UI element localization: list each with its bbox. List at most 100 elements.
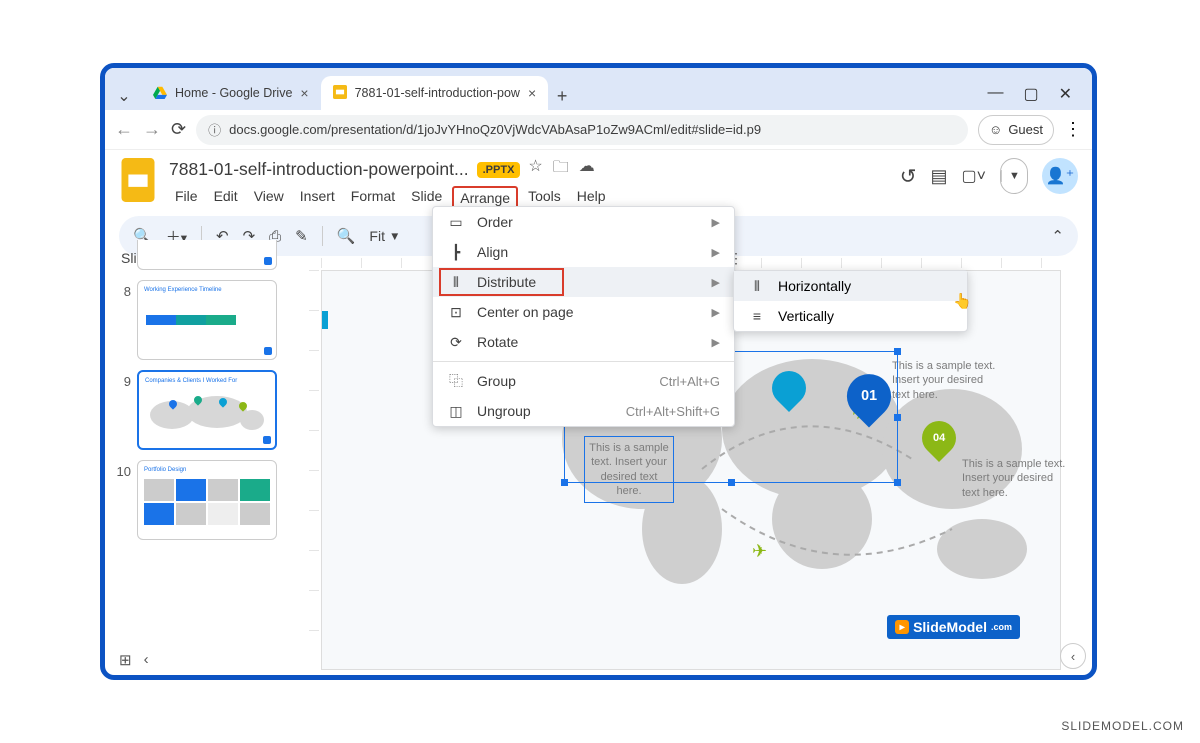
browser-window: ⌄ Home - Google Drive × 7881-01-self-int…	[100, 63, 1097, 680]
menu-format[interactable]: Format	[345, 186, 401, 210]
ruler-vertical	[309, 270, 319, 670]
forward-button[interactable]: →	[143, 119, 161, 140]
menu-group[interactable]: ⿻GroupCtrl+Alt+G	[433, 366, 734, 396]
person-add-icon: 👤⁺	[1046, 166, 1074, 186]
shortcut: Ctrl+Alt+G	[659, 374, 720, 389]
menu-ungroup[interactable]: ◫UngroupCtrl+Alt+Shift+G	[433, 396, 734, 426]
tab-strip: ⌄ Home - Google Drive × 7881-01-self-int…	[105, 68, 1092, 110]
doc-title[interactable]: 7881-01-self-introduction-powerpoint...	[169, 159, 469, 180]
meet-icon[interactable]: ▢˅	[962, 166, 986, 186]
url-text: docs.google.com/presentation/d/1joJvYHno…	[229, 122, 761, 137]
submenu-arrow-icon: ▶	[712, 246, 720, 259]
share-button[interactable]: 👤⁺	[1042, 158, 1078, 194]
app-header: 7881-01-self-introduction-powerpoint... …	[105, 150, 1092, 210]
window-controls: — ▢ ✕	[987, 84, 1084, 110]
slide-number: 9	[115, 370, 137, 450]
submenu-arrow-icon: ▶	[712, 276, 720, 289]
tabs-dropdown-button[interactable]: ⌄	[113, 82, 135, 110]
watermark: SLIDEMODEL.COM	[1061, 719, 1184, 733]
zoom-out-icon[interactable]: 🔍	[337, 227, 356, 245]
slidemodel-badge: ▸SlideModel.com	[887, 615, 1020, 639]
history-icon[interactable]: ↺	[900, 164, 917, 189]
slides-logo[interactable]	[119, 156, 157, 204]
submenu-arrow-icon: ▶	[712, 216, 720, 229]
browser-tab-drive[interactable]: Home - Google Drive ×	[141, 76, 321, 110]
comments-icon[interactable]: ▤	[931, 166, 948, 187]
profile-chip[interactable]: ☺ Guest	[978, 115, 1054, 145]
tab-title: Home - Google Drive	[175, 86, 292, 100]
close-icon[interactable]: ×	[300, 85, 308, 101]
slide-number: 10	[115, 460, 137, 540]
sample-text[interactable]: This is a sample text. Insert your desir…	[962, 457, 1072, 500]
slide-number	[115, 240, 137, 270]
collapse-toolbar-icon[interactable]: ⌃	[1051, 227, 1064, 245]
distribute-submenu: ⦀Horizontally ≡Vertically	[733, 270, 968, 332]
align-icon: ┣	[447, 244, 465, 261]
submenu-arrow-icon: ▶	[712, 306, 720, 319]
panel-controls: ⊞ ‹	[119, 651, 149, 669]
address-bar-row: ← → ⟳ ⓘ docs.google.com/presentation/d/1…	[105, 110, 1092, 150]
menu-rotate[interactable]: ⟳Rotate▶	[433, 327, 734, 357]
new-tab-button[interactable]: +	[548, 82, 576, 110]
submenu-vertically[interactable]: ≡Vertically	[734, 301, 967, 331]
browser-tab-slides[interactable]: 7881-01-self-introduction-pow ×	[321, 76, 549, 110]
maximize-icon[interactable]: ▢	[1023, 84, 1038, 104]
drive-icon	[153, 85, 167, 102]
address-bar[interactable]: ⓘ docs.google.com/presentation/d/1joJvYH…	[196, 115, 968, 145]
collapse-panel-icon[interactable]: ‹	[144, 651, 149, 669]
grid-view-icon[interactable]: ⊞	[119, 651, 132, 669]
group-icon: ⿻	[447, 371, 465, 391]
person-icon: ☺	[989, 122, 1002, 137]
svg-text:✈: ✈	[752, 541, 767, 561]
slide-thumb[interactable]	[115, 240, 305, 270]
reload-button[interactable]: ⟳	[171, 119, 186, 140]
site-info-icon[interactable]: ⓘ	[208, 120, 221, 139]
slide-number: 8	[115, 280, 137, 360]
zoom-select[interactable]: Fit ▼	[369, 228, 400, 244]
menu-insert[interactable]: Insert	[294, 186, 341, 210]
tab-title: 7881-01-self-introduction-pow	[355, 86, 520, 100]
menu-distribute[interactable]: ⦀Distribute▶	[433, 267, 734, 297]
rotate-icon: ⟳	[447, 334, 465, 351]
arrange-dropdown: ▭Order▶ ┣Align▶ ⦀Distribute▶ ⊡Center on …	[432, 206, 735, 427]
menu-align[interactable]: ┣Align▶	[433, 237, 734, 267]
slide-thumb-10[interactable]: 10 Portfolio Design	[115, 460, 305, 540]
ungroup-icon: ◫	[447, 403, 465, 420]
submenu-horizontally[interactable]: ⦀Horizontally	[734, 271, 967, 301]
sample-text[interactable]: This is a sample text. Insert your desir…	[892, 359, 1002, 402]
slide-thumb-8[interactable]: 8 Working Experience Timeline	[115, 280, 305, 360]
menu-view[interactable]: View	[248, 186, 290, 210]
slide-thumb-9[interactable]: 9 Companies & Clients I Worked For	[115, 370, 305, 450]
browser-menu-icon[interactable]: ⋮	[1064, 119, 1082, 140]
menu-file[interactable]: File	[169, 186, 204, 210]
distribute-v-icon: ≡	[748, 308, 766, 324]
distribute-h-icon: ⦀	[748, 278, 766, 295]
shortcut: Ctrl+Alt+Shift+G	[626, 404, 720, 419]
slideshow-button[interactable]: Slideshow ▼	[1000, 158, 1028, 194]
center-icon: ⊡	[447, 304, 465, 321]
distribute-icon: ⦀	[447, 274, 465, 291]
star-icon[interactable]: ☆	[528, 156, 542, 183]
back-button[interactable]: ←	[115, 119, 133, 140]
slideshow-dropdown[interactable]: ▼	[1001, 170, 1027, 182]
menu-separator	[433, 361, 734, 362]
close-window-icon[interactable]: ✕	[1059, 84, 1072, 104]
accent-bar	[322, 311, 328, 329]
pptx-badge: .PPTX	[477, 162, 521, 178]
order-icon: ▭	[447, 214, 465, 231]
explore-button[interactable]: ‹	[1060, 643, 1086, 669]
close-icon[interactable]: ×	[528, 85, 536, 101]
move-icon[interactable]: 🗀	[553, 156, 569, 183]
minimize-icon[interactable]: —	[987, 84, 1003, 104]
submenu-arrow-icon: ▶	[712, 336, 720, 349]
cursor-pointer-icon: 👆	[953, 292, 972, 310]
slides-icon	[333, 85, 347, 102]
guest-label: Guest	[1008, 122, 1043, 137]
cloud-icon[interactable]: ☁	[579, 156, 595, 183]
menu-edit[interactable]: Edit	[208, 186, 244, 210]
slide-panel: 8 Working Experience Timeline 9 Companie…	[115, 250, 305, 645]
menu-center-on-page[interactable]: ⊡Center on page▶	[433, 297, 734, 327]
separator	[322, 226, 323, 246]
menu-order[interactable]: ▭Order▶	[433, 207, 734, 237]
map-pin-04[interactable]: 04	[922, 421, 956, 467]
